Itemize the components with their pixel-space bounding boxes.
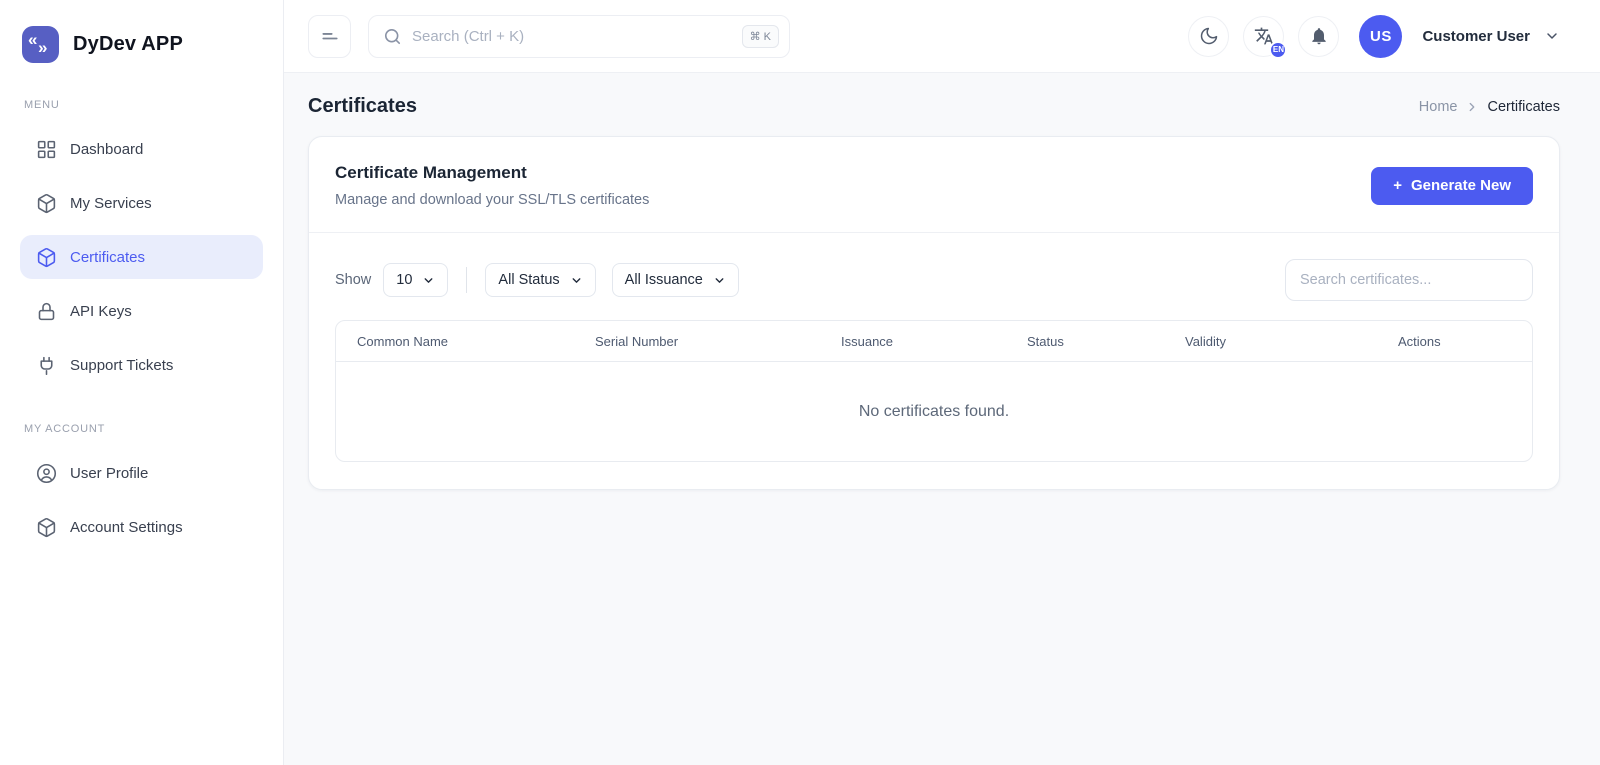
sidebar-item-label: Account Settings (70, 519, 183, 536)
column-header-validity: Validity (1185, 334, 1398, 349)
column-header-issuance: Issuance (841, 334, 1027, 349)
search-input[interactable] (412, 28, 732, 45)
logo-glyph-right: » (38, 39, 47, 56)
page-title: Certificates (308, 95, 417, 118)
language-badge: EN (1269, 41, 1287, 59)
sidebar-toggle-button[interactable] (308, 15, 351, 58)
keyboard-shortcut-badge: ⌘ K (742, 25, 779, 48)
app-logo-icon: « » (22, 26, 59, 63)
table-header-row: Common Name Serial Number Issuance Statu… (336, 321, 1532, 362)
sidebar-item-label: API Keys (70, 303, 132, 320)
chevron-down-icon (713, 274, 726, 287)
card-title: Certificate Management (335, 163, 649, 183)
user-circle-icon (36, 463, 57, 484)
app-title: DyDev APP (73, 33, 183, 56)
box-icon (36, 517, 57, 538)
hamburger-icon (320, 26, 340, 46)
breadcrumb: Home Certificates (1419, 99, 1560, 115)
user-name: Customer User (1422, 28, 1530, 45)
sidebar-item-label: User Profile (70, 465, 148, 482)
sidebar-item-label: My Services (70, 195, 152, 212)
content-area: Certificates Home Certificates Certifica… (284, 73, 1600, 765)
chevron-down-icon[interactable] (1544, 28, 1560, 44)
generate-new-button[interactable]: + Generate New (1371, 167, 1533, 205)
sidebar-item-api-keys[interactable]: API Keys (20, 289, 263, 333)
certificate-management-card: Certificate Management Manage and downlo… (308, 136, 1560, 490)
filter-divider (466, 267, 467, 293)
page-size-select[interactable]: 10 (383, 263, 448, 297)
plug-icon (36, 355, 57, 376)
chevron-down-icon (422, 274, 435, 287)
sidebar-item-certificates[interactable]: Certificates (20, 235, 263, 279)
sidebar: « » DyDev APP MENU Dashboard My Services… (0, 0, 284, 765)
notifications-button[interactable] (1298, 16, 1339, 57)
breadcrumb-current: Certificates (1487, 99, 1560, 115)
avatar[interactable]: US (1359, 15, 1402, 58)
status-filter-value: All Status (498, 272, 559, 288)
language-button[interactable]: EN (1243, 16, 1284, 57)
page-size-value: 10 (396, 272, 412, 288)
status-filter-select[interactable]: All Status (485, 263, 595, 297)
lock-icon (36, 301, 57, 322)
grid-icon (36, 139, 57, 160)
show-label: Show (335, 272, 371, 288)
breadcrumb-home-link[interactable]: Home (1419, 99, 1458, 115)
empty-state-message: No certificates found. (336, 362, 1532, 461)
sidebar-item-my-services[interactable]: My Services (20, 181, 263, 225)
chevron-down-icon (570, 274, 583, 287)
box-icon (36, 247, 57, 268)
certificates-table: Common Name Serial Number Issuance Statu… (335, 320, 1533, 462)
column-header-actions: Actions (1398, 334, 1532, 349)
sidebar-item-user-profile[interactable]: User Profile (20, 451, 263, 495)
brand[interactable]: « » DyDev APP (20, 26, 263, 63)
logo-glyph-left: « (28, 31, 37, 48)
chevron-right-icon (1465, 100, 1479, 114)
column-header-serial-number: Serial Number (595, 334, 841, 349)
plus-icon: + (1393, 177, 1402, 194)
column-header-status: Status (1027, 334, 1185, 349)
sidebar-item-account-settings[interactable]: Account Settings (20, 505, 263, 549)
issuance-filter-value: All Issuance (625, 272, 703, 288)
sidebar-item-label: Certificates (70, 249, 145, 266)
generate-new-label: Generate New (1411, 177, 1511, 194)
topbar: ⌘ K EN US Customer User (284, 0, 1600, 73)
sidebar-item-label: Dashboard (70, 141, 143, 158)
main-area: ⌘ K EN US Customer User Certificates Hom… (284, 0, 1600, 765)
menu-section-label: MENU (24, 99, 263, 111)
column-header-common-name: Common Name (336, 334, 595, 349)
global-search[interactable]: ⌘ K (368, 15, 790, 58)
certificates-search-input[interactable] (1285, 259, 1533, 301)
bell-icon (1309, 26, 1329, 46)
sidebar-item-support-tickets[interactable]: Support Tickets (20, 343, 263, 387)
dark-mode-button[interactable] (1188, 16, 1229, 57)
moon-icon (1199, 26, 1219, 46)
sidebar-item-dashboard[interactable]: Dashboard (20, 127, 263, 171)
sidebar-item-label: Support Tickets (70, 357, 173, 374)
filters-row: Show 10 All Status All Issuance (309, 233, 1559, 301)
account-section-label: MY ACCOUNT (24, 423, 263, 435)
search-icon (383, 27, 402, 46)
box-icon (36, 193, 57, 214)
issuance-filter-select[interactable]: All Issuance (612, 263, 739, 297)
card-subtitle: Manage and download your SSL/TLS certifi… (335, 192, 649, 208)
